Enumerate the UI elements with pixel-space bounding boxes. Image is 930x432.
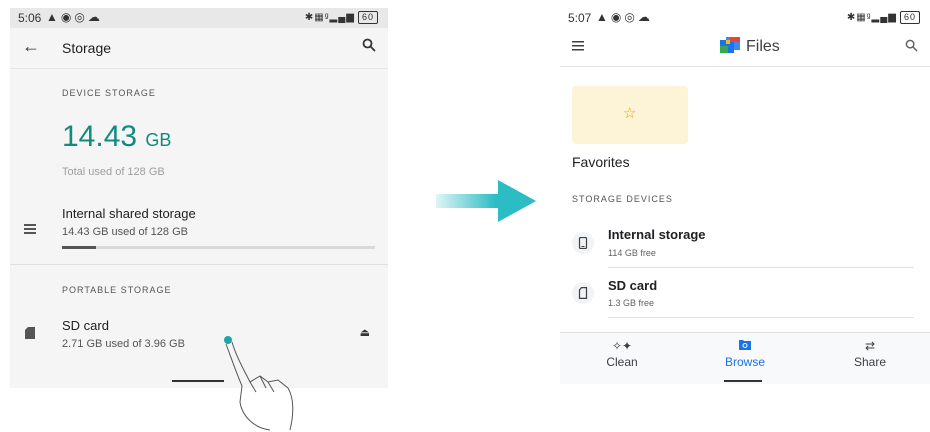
sd-card-icon: [25, 326, 35, 344]
favorites-label: Favorites: [572, 154, 630, 170]
nav-browse-label: Browse: [724, 355, 765, 369]
settings-storage-screen: 5:06 ▲◉◎☁ ✱▦ᵍ▂▄▆ 60 ← Storage DEVICE STOR…: [10, 8, 388, 388]
favorites-card[interactable]: ☆: [572, 86, 688, 144]
divider: [608, 267, 914, 268]
app-title: Files: [746, 38, 780, 55]
transition-arrow-icon: [436, 180, 536, 222]
notification-icons: ▲◉◎☁: [46, 10, 103, 24]
status-bar: 5:06 ▲◉◎☁ ✱▦ᵍ▂▄▆ 60: [10, 8, 388, 28]
status-time: 5:06: [18, 11, 42, 25]
nav-clean[interactable]: ✧✦ Clean: [582, 339, 662, 369]
internal-storage-title[interactable]: Internal shared storage: [62, 206, 196, 221]
device-storage-header: DEVICE STORAGE: [62, 88, 156, 98]
search-icon[interactable]: [905, 39, 918, 57]
sd-card-subtitle: 2.71 GB used of 3.96 GB: [62, 338, 185, 350]
sd-card-title[interactable]: SD card: [608, 278, 657, 293]
sd-card-title[interactable]: SD card: [62, 318, 109, 333]
storage-list-icon: [24, 222, 36, 240]
total-used-label: Total used of 128 GB: [62, 166, 165, 178]
status-right-icons: ✱▦ᵍ▂▄▆ 60: [305, 11, 378, 24]
menu-icon[interactable]: [572, 38, 584, 56]
sparkle-icon: ✧✦: [611, 339, 633, 353]
used-value-unit: GB: [145, 130, 172, 150]
bottom-navigation: ✧✦ Clean Browse ⇄ Share: [560, 332, 930, 384]
star-icon: ☆: [623, 105, 637, 122]
sd-card-icon: [572, 282, 594, 304]
portable-storage-header: PORTABLE STORAGE: [62, 285, 172, 295]
nav-share[interactable]: ⇄ Share: [830, 339, 910, 369]
search-icon[interactable]: [362, 38, 376, 57]
eject-icon[interactable]: ⏏: [360, 326, 370, 339]
app-bar: ← Storage: [10, 28, 388, 69]
gesture-nav-handle: [172, 380, 224, 382]
files-app-screen: 5:07 ▲◉◎☁ ✱▦ᵍ▂▄▆ 60 Files ☆ Favorites STO…: [560, 8, 930, 384]
divider: [10, 264, 388, 265]
storage-devices-header: STORAGE DEVICES: [572, 194, 673, 204]
internal-storage-subtitle: 14.43 GB used of 128 GB: [62, 226, 188, 238]
internal-storage-progress-fill: [62, 246, 97, 249]
back-arrow-icon[interactable]: ←: [22, 36, 40, 57]
internal-storage-progress: [62, 246, 375, 249]
used-storage-value: 14.43 GB: [62, 120, 171, 154]
divider: [608, 317, 914, 318]
browse-icon: [705, 339, 785, 355]
app-bar: Files: [560, 28, 930, 67]
gesture-nav-handle: [724, 380, 762, 382]
status-time: 5:07: [568, 11, 592, 25]
nav-clean-label: Clean: [606, 355, 638, 369]
files-logo-icon: [720, 37, 740, 58]
internal-storage-title[interactable]: Internal storage: [608, 227, 706, 242]
swap-icon: ⇄: [864, 339, 876, 353]
tap-hand-icon: [224, 336, 294, 431]
nav-share-label: Share: [853, 355, 887, 369]
phone-storage-icon: [572, 232, 594, 254]
used-value-number: 14.43: [62, 120, 138, 153]
sd-card-free: 1.3 GB free: [608, 298, 655, 308]
battery-icon: 60: [899, 11, 920, 24]
status-bar: 5:07 ▲◉◎☁ ✱▦ᵍ▂▄▆ 60: [560, 8, 930, 28]
battery-icon: 60: [357, 11, 378, 24]
status-right-icons: ✱▦ᵍ▂▄▆ 60: [847, 11, 920, 24]
internal-storage-free: 114 GB free: [608, 248, 656, 258]
notification-icons: ▲◉◎☁: [596, 10, 653, 24]
nav-browse[interactable]: Browse: [705, 339, 785, 369]
page-title: Storage: [62, 40, 112, 56]
